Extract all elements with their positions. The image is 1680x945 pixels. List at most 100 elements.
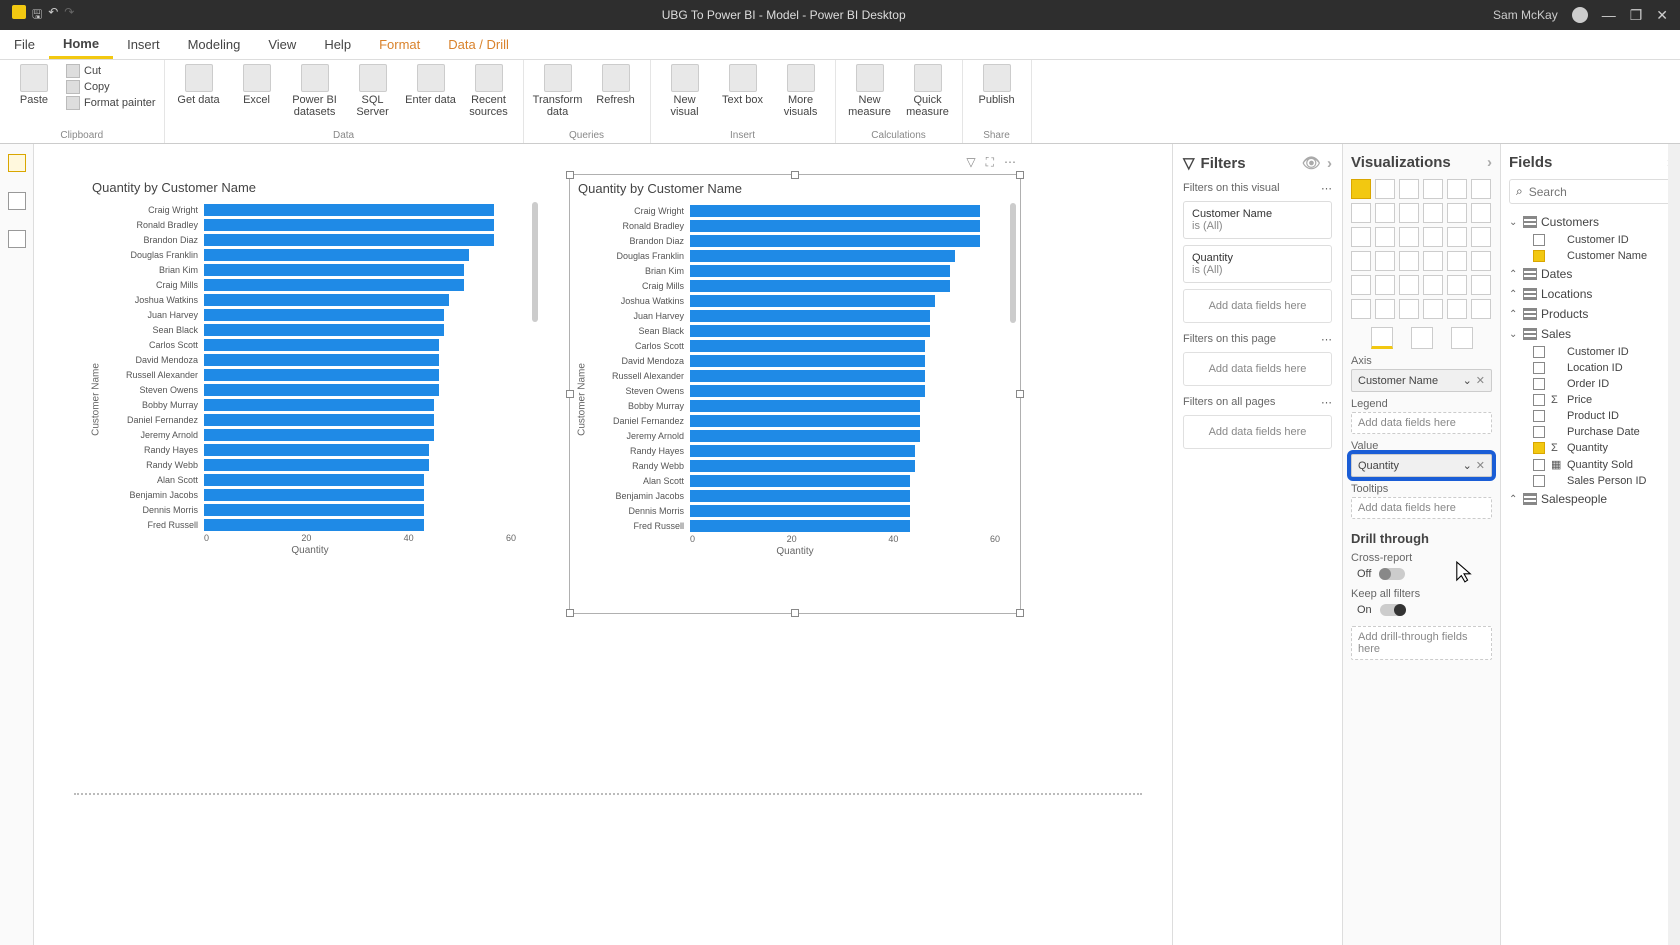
bar[interactable]: [690, 490, 910, 502]
focus-icon[interactable]: ⛶: [986, 155, 994, 170]
bar[interactable]: [204, 294, 449, 306]
bar-row[interactable]: Carlos Scott: [690, 339, 1000, 353]
bar-row[interactable]: Bobby Murray: [690, 399, 1000, 413]
bar-row[interactable]: Dennis Morris: [690, 504, 1000, 518]
copy-button[interactable]: Copy: [66, 80, 156, 94]
bar-row[interactable]: Fred Russell: [204, 518, 516, 532]
viz-type-icon[interactable]: [1471, 227, 1491, 247]
table-row[interactable]: ⌃Dates: [1509, 264, 1672, 284]
maximize-button[interactable]: ❐: [1630, 7, 1643, 24]
field-row[interactable]: Customer Name: [1509, 248, 1672, 264]
viz-type-icon[interactable]: [1399, 227, 1419, 247]
bar[interactable]: [204, 444, 429, 456]
table-row[interactable]: ⌃Products: [1509, 304, 1672, 324]
filter-card[interactable]: Customer Name is (All): [1183, 201, 1332, 239]
eye-icon[interactable]: 👁: [1302, 154, 1321, 172]
menu-file[interactable]: File: [0, 30, 49, 59]
bar[interactable]: [204, 264, 464, 276]
bar[interactable]: [204, 219, 494, 231]
close-button[interactable]: ✕: [1656, 7, 1668, 24]
format-tab-icon[interactable]: [1411, 327, 1433, 349]
viz-type-icon[interactable]: [1447, 227, 1467, 247]
table-row[interactable]: ⌃Salespeople: [1509, 489, 1672, 509]
bar-row[interactable]: Ronald Bradley: [204, 218, 516, 232]
bar[interactable]: [204, 489, 424, 501]
chart-visual-2[interactable]: ▽ ⛶ ⋯ Quantity by Customer Name Customer…: [569, 174, 1021, 614]
viz-type-icon[interactable]: [1375, 275, 1395, 295]
report-canvas[interactable]: Quantity by Customer Name Customer Name …: [34, 144, 1172, 945]
bar[interactable]: [204, 234, 494, 246]
chevron-down-icon[interactable]: ⌄: [1463, 459, 1472, 472]
bar[interactable]: [690, 340, 925, 352]
bar[interactable]: [690, 250, 955, 262]
analytics-tab-icon[interactable]: [1451, 327, 1473, 349]
bar-row[interactable]: Joshua Watkins: [690, 294, 1000, 308]
recent-sources-button[interactable]: Recent sources: [463, 64, 515, 118]
table-row[interactable]: ⌄Customers: [1509, 212, 1672, 232]
bar-row[interactable]: Steven Owens: [204, 383, 516, 397]
value-field-well[interactable]: Quantity ⌄✕: [1351, 454, 1492, 477]
bar[interactable]: [204, 339, 439, 351]
quick-measure-button[interactable]: Quick measure: [902, 64, 954, 118]
bar[interactable]: [204, 324, 444, 336]
bar-row[interactable]: Brian Kim: [690, 264, 1000, 278]
bar-row[interactable]: Benjamin Jacobs: [204, 488, 516, 502]
checkbox[interactable]: [1533, 442, 1545, 454]
viz-type-icon[interactable]: [1423, 275, 1443, 295]
bar[interactable]: [690, 220, 980, 232]
viz-type-icon[interactable]: [1375, 299, 1395, 319]
filter-icon[interactable]: ▽: [966, 155, 975, 170]
filter-drop-page[interactable]: Add data fields here: [1183, 352, 1332, 386]
bar-row[interactable]: Randy Hayes: [204, 443, 516, 457]
viz-type-icon[interactable]: [1351, 227, 1371, 247]
bar[interactable]: [204, 354, 439, 366]
avatar[interactable]: [1572, 7, 1588, 23]
sql-server-button[interactable]: SQL Server: [347, 64, 399, 118]
bar-row[interactable]: Randy Webb: [690, 459, 1000, 473]
viz-type-icon[interactable]: [1471, 203, 1491, 223]
viz-type-icon[interactable]: [1471, 251, 1491, 271]
bar[interactable]: [690, 235, 980, 247]
bar-row[interactable]: Alan Scott: [690, 474, 1000, 488]
cross-report-toggle[interactable]: [1379, 568, 1405, 580]
tooltips-field-well[interactable]: Add data fields here: [1351, 497, 1492, 519]
menu-insert[interactable]: Insert: [113, 30, 174, 59]
viz-type-icon[interactable]: [1375, 203, 1395, 223]
new-visual-button[interactable]: New visual: [659, 64, 711, 118]
bar[interactable]: [204, 204, 494, 216]
menu-help[interactable]: Help: [310, 30, 365, 59]
bar-row[interactable]: Carlos Scott: [204, 338, 516, 352]
bar[interactable]: [690, 460, 915, 472]
viz-type-icon[interactable]: [1351, 179, 1371, 199]
chart-visual-1[interactable]: Quantity by Customer Name Customer Name …: [84, 174, 536, 614]
save-icon[interactable]: 🖫: [32, 5, 42, 26]
bar[interactable]: [690, 325, 930, 337]
viz-type-icon[interactable]: [1375, 251, 1395, 271]
field-row[interactable]: Customer ID: [1509, 344, 1672, 360]
bar-row[interactable]: Craig Wright: [690, 204, 1000, 218]
bar-row[interactable]: Alan Scott: [204, 473, 516, 487]
minimize-button[interactable]: —: [1602, 7, 1616, 23]
remove-field-icon[interactable]: ✕: [1476, 459, 1485, 472]
bar-row[interactable]: Sean Black: [690, 324, 1000, 338]
bar-row[interactable]: Craig Mills: [204, 278, 516, 292]
axis-field-well[interactable]: Customer Name ⌄✕: [1351, 369, 1492, 392]
bar[interactable]: [690, 445, 915, 457]
bar-row[interactable]: David Mendoza: [204, 353, 516, 367]
get-data-button[interactable]: Get data: [173, 64, 225, 106]
menu-data-drill[interactable]: Data / Drill: [434, 30, 523, 59]
bar-row[interactable]: Brandon Diaz: [204, 233, 516, 247]
filter-drop-visual[interactable]: Add data fields here: [1183, 289, 1332, 323]
bar[interactable]: [690, 355, 925, 367]
field-row[interactable]: Customer ID: [1509, 232, 1672, 248]
bar[interactable]: [204, 519, 424, 531]
viz-type-icon[interactable]: [1423, 251, 1443, 271]
scrollbar[interactable]: [532, 202, 538, 322]
viz-type-icon[interactable]: [1471, 299, 1491, 319]
field-row[interactable]: ▦Quantity Sold: [1509, 456, 1672, 473]
filter-card[interactable]: Quantity is (All): [1183, 245, 1332, 283]
bar[interactable]: [690, 310, 930, 322]
text-box-button[interactable]: Text box: [717, 64, 769, 106]
pbi-datasets-button[interactable]: Power BI datasets: [289, 64, 341, 118]
viz-type-icon[interactable]: [1447, 299, 1467, 319]
